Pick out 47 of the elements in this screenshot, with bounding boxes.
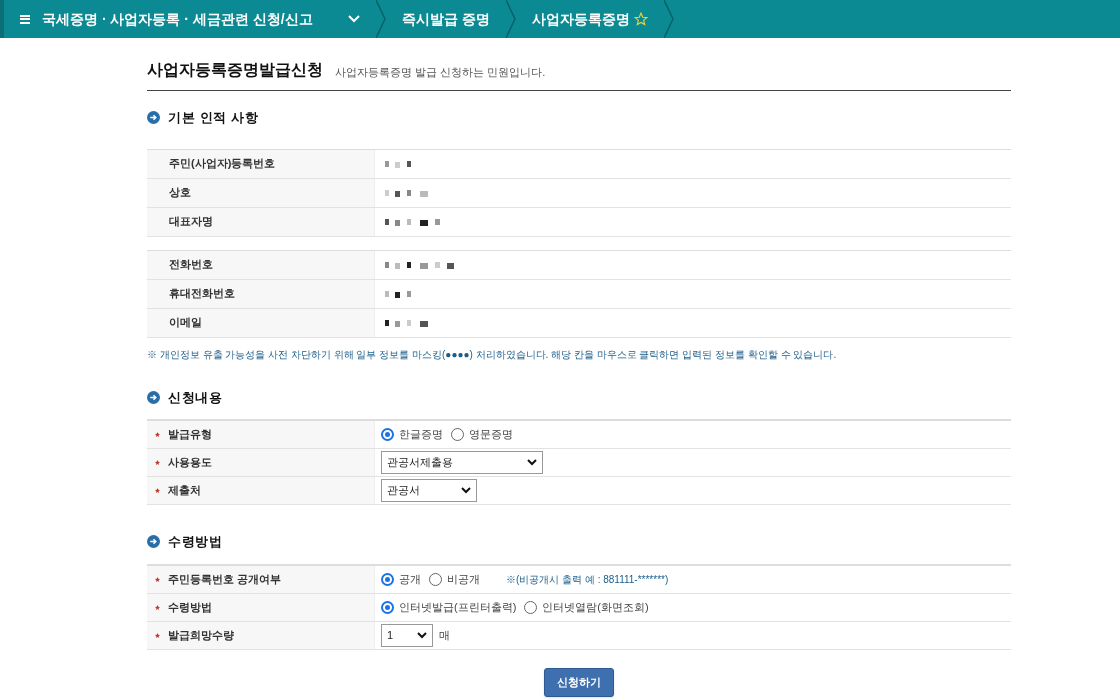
radio-label[interactable]: 한글증명 — [399, 426, 443, 443]
select-dropdown[interactable]: 1 — [381, 623, 433, 647]
arrow-circle-icon — [147, 390, 160, 404]
breadcrumb-link[interactable]: 사업자등록증명 — [531, 8, 630, 30]
chevron-down-icon[interactable] — [527, 459, 537, 466]
chevron-separator-icon — [376, 0, 386, 38]
radio-label[interactable]: 비공개 — [447, 570, 480, 588]
chevron-separator-icon — [505, 0, 516, 38]
breadcrumb-link[interactable]: 국세증명 · 사업자등록 · 세금관련 신청/신고 — [42, 8, 313, 30]
privacy-note: ※ 개인정보 유출 가능성을 사전 차단하기 위해 일부 정보를 마스킹(●●●●) 처리하였습니다. 해당 칸을 마우스로 클릭하면 입력된 정보를 확인할 수 있습니다. — [147, 347, 838, 362]
field-label: 발급희망수량 — [168, 627, 234, 643]
chevron-separator-icon — [663, 0, 674, 38]
field-label: 주민등록번호 공개여부 — [168, 571, 282, 587]
radio-button[interactable] — [381, 600, 394, 614]
select-dropdown[interactable]: 관공서제출용 — [381, 451, 543, 474]
example-note: ※(비공개시 출력 예 : 881111-*******) — [506, 572, 669, 587]
radio-button[interactable] — [381, 428, 394, 441]
field-label: 이메일 — [169, 315, 202, 331]
field-label: 대표자명 — [169, 214, 213, 230]
field-label: 사용용도 — [168, 455, 212, 471]
radio-button[interactable] — [381, 572, 394, 586]
field-label: 발급유형 — [168, 427, 212, 443]
unit-label: 매 — [439, 627, 450, 643]
field-label: 전화번호 — [169, 257, 213, 273]
section-title: 수령방법 — [168, 533, 223, 551]
field-label: 휴대전화번호 — [169, 286, 235, 302]
select-dropdown[interactable]: 관공서 — [381, 479, 477, 502]
chevron-down-icon[interactable] — [417, 631, 427, 639]
section-title: 기본 인적 사항 — [168, 109, 259, 127]
section-title: 신청내용 — [168, 388, 223, 407]
star-icon[interactable] — [633, 12, 648, 26]
radio-label[interactable]: 인터넷발급(프린터출력) — [399, 598, 517, 616]
field-label: 주민(사업자)등록번호 — [169, 156, 276, 172]
menu-icon[interactable] — [20, 14, 30, 24]
radio-label[interactable]: 영문증명 — [469, 426, 513, 443]
radio-label[interactable]: 인터넷열람(화면조회) — [542, 598, 649, 616]
submit-button[interactable]: 신청하기 — [544, 667, 614, 697]
page-title: 사업자등록증명발급신청 — [147, 60, 323, 80]
arrow-circle-icon — [147, 535, 160, 549]
radio-label[interactable]: 공개 — [399, 570, 421, 588]
field-label: 상호 — [169, 185, 191, 201]
field-label: 제출처 — [168, 483, 201, 499]
arrow-circle-icon — [147, 111, 160, 125]
field-label: 수령방법 — [168, 599, 212, 615]
page-description: 사업자등록증명 발급 신청하는 민원입니다. — [335, 64, 546, 80]
chevron-down-icon[interactable] — [461, 487, 471, 494]
breadcrumb-link[interactable]: 즉시발급 증명 — [402, 8, 490, 30]
